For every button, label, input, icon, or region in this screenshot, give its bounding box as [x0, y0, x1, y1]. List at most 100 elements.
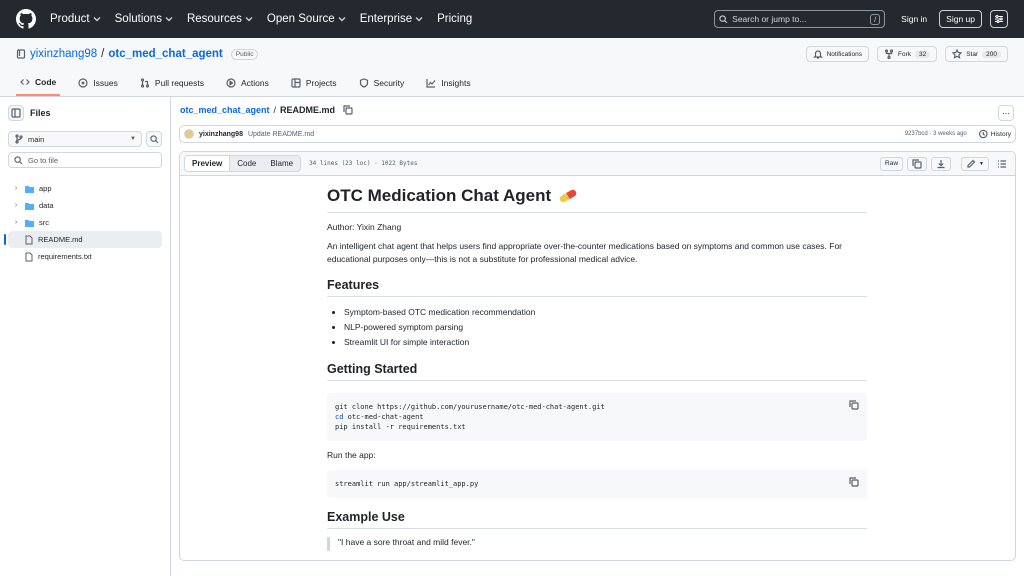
breadcrumb-repo-link[interactable]: otc_med_chat_agent — [180, 105, 270, 115]
fork-button[interactable]: Fork 32 — [876, 46, 938, 62]
tab-pull-requests[interactable]: Pull requests — [136, 70, 208, 96]
go-to-file-placeholder: Go to file — [28, 155, 59, 165]
sidebar-collapse-icon — [11, 108, 21, 118]
breadcrumb: otc_med_chat_agent / README.md — [179, 105, 1016, 115]
tree-item-src[interactable]: › src — [8, 214, 162, 231]
tab-security[interactable]: Security — [355, 70, 409, 96]
file-tree-sidebar: Files main ▼ Go to file › app › data › s… — [0, 97, 171, 576]
nav-resources[interactable]: Resources — [187, 13, 253, 25]
list-item: Symptom-based OTC medication recommendat… — [344, 305, 867, 320]
tab-insights[interactable]: Insights — [422, 70, 474, 96]
nav-product[interactable]: Product — [50, 13, 101, 25]
branch-selector[interactable]: main ▼ — [8, 131, 142, 147]
branch-icon — [15, 134, 23, 144]
collapse-sidebar-button[interactable] — [8, 105, 24, 121]
tab-code[interactable]: Code — [16, 70, 61, 96]
issue-icon — [78, 78, 88, 88]
repo-owner-link[interactable]: yixinzhang98 — [30, 48, 97, 60]
example-quote: "I have a sore throat and mild fever." — [327, 537, 867, 551]
visibility-badge: Public — [230, 48, 259, 60]
pull-request-icon — [140, 78, 149, 88]
folder-icon — [25, 185, 34, 193]
tree-item-requirements[interactable]: requirements.txt — [8, 248, 162, 265]
file-icon — [25, 235, 33, 244]
copy-raw-button[interactable] — [907, 156, 928, 171]
global-header: Product Solutions Resources Open Source … — [0, 0, 1024, 38]
tab-issues[interactable]: Issues — [74, 70, 122, 96]
chevron-down-icon — [415, 17, 423, 22]
repo-tabs: Code Issues Pull requests Actions Projec… — [16, 70, 475, 96]
repo-title-separator: / — [101, 48, 105, 60]
search-files-button[interactable] — [146, 131, 162, 147]
outline-button[interactable] — [993, 157, 1011, 171]
bell-icon — [812, 50, 823, 59]
sign-up-button[interactable]: Sign up — [939, 10, 982, 28]
nav-solutions[interactable]: Solutions — [115, 13, 173, 25]
chevron-right-icon: › — [14, 202, 18, 209]
repo-title: yixinzhang98 / otc_med_chat_agent Public — [16, 48, 259, 60]
avatar[interactable] — [184, 129, 194, 139]
list-item: NLP-powered symptom parsing — [344, 320, 867, 335]
history-icon — [978, 129, 988, 139]
readme-author: Author: Yixin Zhang — [327, 222, 402, 232]
repo-name-link[interactable]: otc_med_chat_agent — [108, 48, 222, 60]
tree-item-readme[interactable]: README.md — [4, 231, 162, 248]
star-button[interactable]: Star 200 — [945, 46, 1008, 62]
repo-header: yixinzhang98 / otc_med_chat_agent Public… — [0, 38, 1024, 97]
branch-name: main — [28, 134, 45, 144]
tree-item-app[interactable]: › app — [8, 180, 162, 197]
files-header: Files — [8, 105, 162, 121]
edit-button[interactable]: ▼ — [961, 156, 989, 171]
tab-blame[interactable]: Blame — [263, 156, 300, 171]
search-input[interactable]: Search or jump to... / — [714, 10, 886, 28]
tree-item-data[interactable]: › data — [8, 197, 162, 214]
chevron-right-icon: › — [14, 219, 18, 226]
tab-projects[interactable]: Projects — [287, 70, 341, 96]
repo-icon — [16, 49, 26, 59]
pencil-icon — [967, 159, 976, 168]
run-app-text: Run the app: — [327, 450, 376, 460]
nav-pricing[interactable]: Pricing — [437, 13, 472, 25]
history-button[interactable]: History — [978, 129, 1011, 139]
folder-icon — [25, 219, 34, 227]
copy-icon[interactable] — [849, 400, 859, 410]
table-icon — [291, 78, 301, 88]
play-circle-icon — [226, 78, 236, 88]
more-options-button[interactable]: ⋯ — [998, 105, 1014, 121]
fork-icon — [884, 49, 894, 59]
tab-preview[interactable]: Preview — [185, 156, 231, 171]
download-button[interactable] — [931, 156, 952, 171]
shield-icon — [359, 78, 368, 88]
sign-in-link[interactable]: Sign in — [901, 14, 927, 24]
commit-author[interactable]: yixinzhang98 — [199, 131, 243, 138]
copy-path-icon[interactable] — [343, 105, 353, 115]
go-to-file-input[interactable]: Go to file — [8, 152, 162, 168]
graph-icon — [426, 79, 436, 88]
chevron-down-icon — [245, 17, 253, 22]
files-title: Files — [30, 108, 51, 118]
settings-sliders-icon — [995, 15, 1003, 23]
commit-meta[interactable]: 9237bcd · 3 weeks ago — [905, 131, 967, 137]
notifications-button[interactable]: Notifications — [805, 46, 869, 62]
search-icon — [719, 14, 728, 23]
code-block-run: streamlit run app/streamlit_app.py — [327, 470, 867, 498]
pill-icon — [559, 189, 577, 203]
copy-icon[interactable] — [849, 477, 859, 487]
tab-actions[interactable]: Actions — [222, 70, 273, 96]
chevron-down-icon — [165, 17, 173, 22]
raw-button[interactable]: Raw — [880, 156, 904, 171]
nav-open-source[interactable]: Open Source — [267, 13, 346, 25]
nav-enterprise[interactable]: Enterprise — [360, 13, 423, 25]
file-tree: › app › data › src README.md requirement… — [4, 180, 162, 265]
fork-count: 32 — [914, 50, 931, 58]
site-menu-button[interactable] — [990, 10, 1008, 28]
commit-message[interactable]: Update README.md — [248, 131, 314, 138]
download-icon — [937, 159, 945, 168]
file-box: Preview Code Blame 34 lines (23 loc) · 1… — [179, 151, 1016, 561]
tab-code-view[interactable]: Code — [230, 156, 263, 171]
repo-actions: Notifications Fork 32 Star 200 — [805, 46, 1008, 62]
github-logo-icon[interactable] — [16, 9, 36, 29]
chevron-down-icon — [338, 17, 346, 22]
caret-down-icon: ▼ — [130, 136, 136, 142]
code-icon — [20, 79, 30, 85]
